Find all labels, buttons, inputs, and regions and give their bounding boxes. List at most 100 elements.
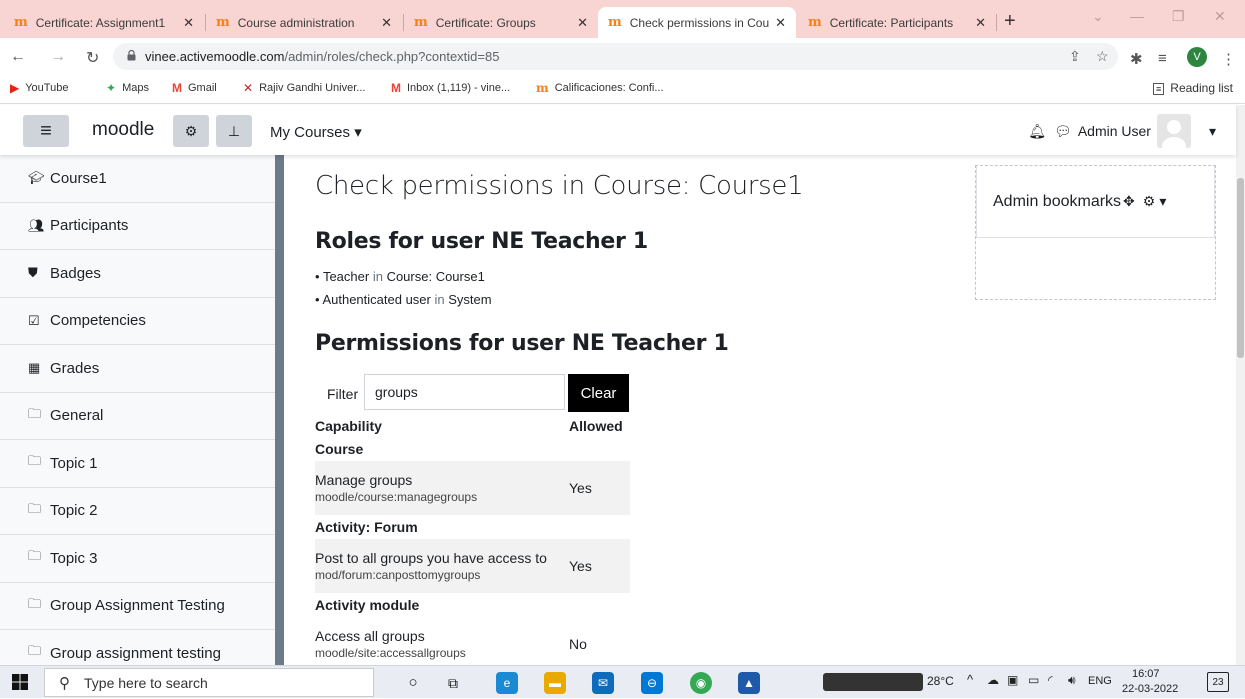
move-icon[interactable]: ✥ xyxy=(1123,193,1135,210)
caret-down-icon[interactable]: ▾ xyxy=(1159,193,1166,210)
drawer-item-group-assignment-testing[interactable]: 🗀 Group Assignment Testing xyxy=(0,583,275,630)
file-explorer-icon[interactable]: ▬ xyxy=(544,672,566,694)
url-field[interactable]: vinee.activemoodle.com/admin/roles/check… xyxy=(113,43,1118,70)
bookmark-calificaciones[interactable]: m Calificaciones: Confi... xyxy=(536,81,664,95)
cortana-icon[interactable]: ○ xyxy=(402,672,424,694)
user-avatar[interactable] xyxy=(1156,114,1191,148)
reading-list-button[interactable]: ≡ Reading list xyxy=(1153,81,1233,95)
taskbar-search-input[interactable]: ⚲ Type here to search xyxy=(44,668,374,697)
tab-search-chevron-icon[interactable]: ⌄ xyxy=(1092,8,1104,25)
bookmark-rajiv-gandhi[interactable]: ✕ Rajiv Gandhi Univer... xyxy=(243,81,365,95)
users-icon: 👥︎ xyxy=(28,217,45,233)
filter-input[interactable] xyxy=(364,374,565,410)
gmail-icon: M xyxy=(391,81,401,95)
back-arrow-icon[interactable]: ← xyxy=(10,48,26,66)
university-icon: ✕ xyxy=(243,81,254,95)
site-admin-button[interactable]: ⚙ xyxy=(173,115,209,147)
page-scrollbar-thumb[interactable] xyxy=(1237,178,1244,358)
course-structure-button[interactable]: ⊥ xyxy=(216,115,252,147)
language-indicator[interactable]: ENG xyxy=(1088,675,1112,687)
share-icon[interactable]: ⇪ xyxy=(1069,48,1081,65)
close-tab-icon[interactable]: ✕ xyxy=(975,15,986,31)
bookmark-star-icon[interactable]: ☆ xyxy=(1096,48,1109,65)
task-view-icon[interactable]: ⧉ xyxy=(442,672,464,694)
close-tab-icon[interactable]: ✕ xyxy=(381,15,392,31)
close-window-icon[interactable]: ✕ xyxy=(1214,8,1226,25)
minimize-icon[interactable]: — xyxy=(1130,8,1144,24)
monitor-icon[interactable]: ▣ xyxy=(1007,673,1018,687)
clear-button[interactable]: Clear xyxy=(568,374,629,412)
close-tab-icon[interactable]: ✕ xyxy=(577,15,588,31)
close-tab-icon[interactable]: ✕ xyxy=(775,15,786,31)
drawer-item-badges[interactable]: ⛊ Badges xyxy=(0,250,275,298)
user-name[interactable]: Admin User xyxy=(1078,123,1151,139)
reload-icon[interactable]: ↻ xyxy=(86,48,99,68)
notification-bell-icon[interactable]: 🔔︎ xyxy=(1028,123,1046,140)
drawer-item-topic-2[interactable]: 🗀 Topic 2 xyxy=(0,488,275,535)
check-square-icon: ☑ xyxy=(28,312,40,328)
capability-id: mod/forum:canposttomygroups xyxy=(315,568,481,582)
role-list-item: • Authenticated user in System xyxy=(315,292,492,307)
drawer-toggle-button[interactable]: ≡ xyxy=(23,115,69,147)
bookmark-maps[interactable]: ✦ Maps xyxy=(106,81,149,95)
clock-time[interactable]: 16:07 xyxy=(1132,668,1160,680)
extensions-icon[interactable]: ✱ xyxy=(1130,50,1143,68)
maximize-icon[interactable]: ❐ xyxy=(1172,8,1185,25)
drawer-item-course1[interactable]: 🎓︎ Course1 xyxy=(0,155,275,203)
tab-title: Course administration xyxy=(237,15,355,30)
moodle-navbar: ≡ moodle ⚙ ⊥ My Courses ▾ 🔔︎ 💬︎ Admin Us… xyxy=(0,105,1236,155)
media-playlist-icon[interactable]: ≡ xyxy=(1158,50,1167,67)
drawer-item-general[interactable]: 🗀 General xyxy=(0,393,275,440)
edge-icon[interactable]: e xyxy=(496,672,518,694)
browser-tab-2[interactable]: m Course administration ✕ xyxy=(206,7,402,38)
windows-start-icon[interactable] xyxy=(12,674,28,690)
allowed-value: Yes xyxy=(569,461,630,515)
browser-tab-3[interactable]: m Certificate: Groups ✕ xyxy=(404,7,598,38)
drawer-item-topic-1[interactable]: 🗀 Topic 1 xyxy=(0,440,275,488)
browser-tab-5[interactable]: m Certificate: Participants ✕ xyxy=(798,7,996,38)
bookmark-youtube[interactable]: ▶ YouTube xyxy=(10,81,68,95)
show-hidden-icons-icon[interactable]: ^ xyxy=(967,672,973,687)
speaker-icon[interactable]: 🔊︎ xyxy=(1068,673,1076,688)
capability-group-heading: Activity module xyxy=(315,597,420,613)
drawer-item-participants[interactable]: 👥︎ Participants xyxy=(0,203,275,250)
mail-icon[interactable]: ✉ xyxy=(592,672,614,694)
browser-tab-4-active[interactable]: m Check permissions in Cou ✕ xyxy=(598,7,796,38)
drawer-item-topic-3[interactable]: 🗀 Topic 3 xyxy=(0,535,275,583)
new-tab-button[interactable]: + xyxy=(1004,10,1016,33)
drawer-item-grades[interactable]: ▦ Grades xyxy=(0,345,275,393)
battery-icon[interactable]: ▭ xyxy=(1028,673,1039,687)
column-header-allowed: Allowed xyxy=(569,418,623,434)
site-brand[interactable]: moodle xyxy=(92,119,154,141)
clock-date[interactable]: 22-03-2022 xyxy=(1122,683,1178,695)
browser-menu-icon[interactable]: ⋮ xyxy=(1221,50,1236,68)
browser-tab-1[interactable]: m Certificate: Assignment1 ✕ xyxy=(4,7,204,38)
onedrive-icon[interactable]: ☁ xyxy=(987,673,999,687)
drawer-item-group-assignment-testing-2[interactable]: 🗀 Group assignment testing xyxy=(0,630,275,665)
profile-avatar[interactable]: V xyxy=(1187,47,1207,67)
bookmark-gmail[interactable]: M Gmail xyxy=(172,81,217,95)
windows-taskbar: ⚲ Type here to search ○ ⧉ e ▬ ✉ ⊖ ◉ ▲ 28… xyxy=(0,665,1245,698)
photos-icon[interactable]: ▲ xyxy=(738,672,760,694)
drawer-item-competencies[interactable]: ☑ Competencies xyxy=(0,298,275,345)
store-icon[interactable]: ⊖ xyxy=(641,672,663,694)
wifi-icon[interactable]: ◜ xyxy=(1048,673,1053,687)
table-row: Access all groups moodle/site:accessallgr… xyxy=(315,617,630,671)
sitemap-icon: ⊥ xyxy=(227,122,241,139)
notifications-icon[interactable]: 23 xyxy=(1207,672,1229,692)
permissions-heading: Permissions for user NE Teacher 1 xyxy=(315,331,729,356)
user-menu-caret-icon[interactable]: ▾ xyxy=(1209,123,1216,140)
weather-temperature[interactable]: 28°C xyxy=(927,674,954,688)
messages-icon[interactable]: 💬︎ xyxy=(1054,123,1072,140)
capability-id: moodle/site:accessallgroups xyxy=(315,646,466,660)
bookmark-inbox[interactable]: M Inbox (1,119) - vine... xyxy=(391,81,510,95)
close-tab-icon[interactable]: ✕ xyxy=(183,15,194,31)
weather-widget-icon[interactable] xyxy=(823,673,923,691)
permissions-table: Capability Allowed Course Manage groups m… xyxy=(315,415,630,671)
my-courses-menu[interactable]: My Courses ▾ xyxy=(270,123,362,141)
chrome-icon[interactable]: ◉ xyxy=(690,672,712,694)
browser-address-bar: ← → ↻ vinee.activemoodle.com/admin/roles… xyxy=(0,38,1245,74)
forward-arrow-icon[interactable]: → xyxy=(50,48,66,66)
drawer-scrollbar[interactable] xyxy=(275,155,284,665)
gear-icon[interactable]: ⚙ xyxy=(1143,193,1156,210)
